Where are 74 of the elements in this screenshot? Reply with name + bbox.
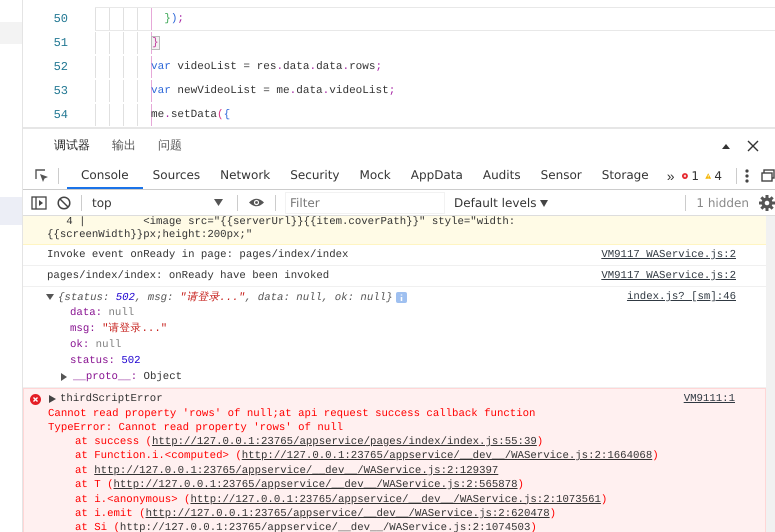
expand-arrow-icon[interactable] <box>46 293 54 301</box>
error-title[interactable]: thirdScriptError <box>60 393 163 405</box>
object-property: msg: "请登录..." <box>69 321 168 337</box>
devtools-tab[interactable]: Storage <box>592 162 659 189</box>
code-line: var newVideoList = me.data.videoList; <box>151 85 396 97</box>
devtools-tab[interactable]: Security <box>280 162 350 189</box>
panel-tab[interactable]: 问题 <box>147 134 193 158</box>
line-number: 51 <box>52 36 68 50</box>
devtools-tab[interactable]: Mock <box>350 162 401 189</box>
object-property: status: 502 <box>69 354 142 369</box>
stack-frame: at T (http://127.0.0.1:23765/appservice/__dev__/WAService.js:2:565878) <box>30 478 735 493</box>
scrollbar[interactable] <box>766 216 775 532</box>
code-line: var videoList = res.data.data.rows; <box>151 61 382 73</box>
line-number: 50 <box>52 12 68 26</box>
error-message: TypeError: Cannot read property 'rows' of null <box>47 421 344 435</box>
devtools-tab[interactable]: Sources <box>142 162 210 189</box>
levels-dropdown[interactable]: Default levels <box>454 196 548 210</box>
close-icon[interactable] <box>747 140 759 152</box>
filter-field[interactable]: Filter <box>286 192 444 212</box>
source-link[interactable]: index.js? [sm]:46 <box>626 291 736 303</box>
source-link[interactable]: VM9117 WAService.js:2 <box>601 249 736 261</box>
devtools-tab[interactable]: AppData <box>400 162 473 189</box>
stack-frame: at Function.i.<computed> (http://127.0.0.1:23765/appservice/__dev__/WAService.js:2:1664068) <box>30 449 735 464</box>
error-icon <box>30 394 41 404</box>
devtools-tab[interactable]: Console <box>67 162 143 189</box>
clear-icon[interactable] <box>57 196 71 210</box>
code-line: }); <box>163 13 184 25</box>
caret-up-icon[interactable] <box>721 142 731 150</box>
object-summary[interactable]: {status: 502, msg: "请登录...", data: null, ok: null} <box>58 290 392 304</box>
sidebar-toggle-icon[interactable] <box>31 196 47 210</box>
stack-link[interactable]: http://127.0.0.1:23765/appservice/__dev__/WAService.js:2:129397 <box>94 464 498 477</box>
stack-frame: at success (http://127.0.0.1:23765/appservice/pages/index/index.js:55:39) <box>30 435 735 450</box>
object-property: data: null <box>69 306 136 321</box>
hidden-count: 1 hidden <box>696 196 749 210</box>
panel-tab[interactable]: 调试器 <box>43 134 101 158</box>
panel-tab[interactable]: 输出 <box>101 134 147 158</box>
log-text: Invoke event onReady in page: pages/index/index <box>47 249 348 261</box>
line-number: 53 <box>52 84 68 98</box>
eye-icon[interactable] <box>248 197 265 208</box>
stack-link[interactable]: http://127.0.0.1:23765/appservice/__dev__/WAService.js:2:1073561 <box>190 494 601 506</box>
error-message: Cannot read property 'rows' of null;at api request success callback function <box>47 407 536 421</box>
line-number: 54 <box>52 108 68 122</box>
warning-text: {{screenWidth}}px;height:200px;" <box>47 229 254 242</box>
devtools-tab[interactable]: Network <box>210 162 280 189</box>
log-text: pages/index/index: onReady have been invoked <box>47 270 330 282</box>
dropdown-caret-icon <box>214 199 223 206</box>
expand-arrow-icon[interactable] <box>60 373 68 381</box>
dropdown-caret-icon <box>540 200 548 206</box>
stack-link[interactable]: http://127.0.0.1:23765/appservice/__dev__/WAService.js:2:620478 <box>146 508 550 520</box>
stack-frame: at i.<anonymous> (http://127.0.0.1:23765/appservice/__dev__/WAService.js:2:1073561) <box>30 492 735 508</box>
context-select[interactable]: top <box>92 196 227 210</box>
line-number: 52 <box>52 60 68 74</box>
object-property: ok: null <box>69 338 122 353</box>
settings-icon[interactable] <box>759 194 775 210</box>
stack-link[interactable]: http://127.0.0.1:23765/appservice/__dev__/WAService.js:2:1664068 <box>242 450 652 462</box>
devtools-tab[interactable]: Sensor <box>530 162 592 189</box>
sidebar-row <box>0 197 22 225</box>
expand-arrow-icon[interactable] <box>49 395 56 403</box>
inspect-icon[interactable] <box>34 168 50 184</box>
warning-text: 4 | <image src="{{serverUrl}}{{item.coverPath}}" style="width: <box>65 216 516 229</box>
window-icon[interactable] <box>761 169 775 182</box>
code-line: me.setData({ <box>151 109 230 121</box>
stack-link[interactable]: http://127.0.0.1:23765/appservice/__dev__/WAService.js:2:565878 <box>113 479 518 492</box>
stack-frame: at http://127.0.0.1:23765/appservice/__dev__/WAService.js:2:129397 <box>30 464 735 478</box>
devtools-tab[interactable]: Audits <box>472 162 531 189</box>
more-tabs-button[interactable]: » <box>658 168 682 184</box>
more-icon[interactable] <box>745 168 749 182</box>
error-count: 1 <box>691 168 699 182</box>
warning-count: 4 <box>714 168 722 182</box>
source-link[interactable]: VM9117 WAService.js:2 <box>601 270 736 282</box>
object-property[interactable]: __proto__: Object <box>73 371 182 383</box>
stack-frame: at i.emit (http://127.0.0.1:23765/appservice/__dev__/WAService.js:2:620478) <box>30 507 735 522</box>
stack-link[interactable]: http://127.0.0.1:23765/appservice/pages/index/index.js:55:39 <box>152 436 537 448</box>
source-link[interactable]: VM9111:1 <box>684 393 735 405</box>
